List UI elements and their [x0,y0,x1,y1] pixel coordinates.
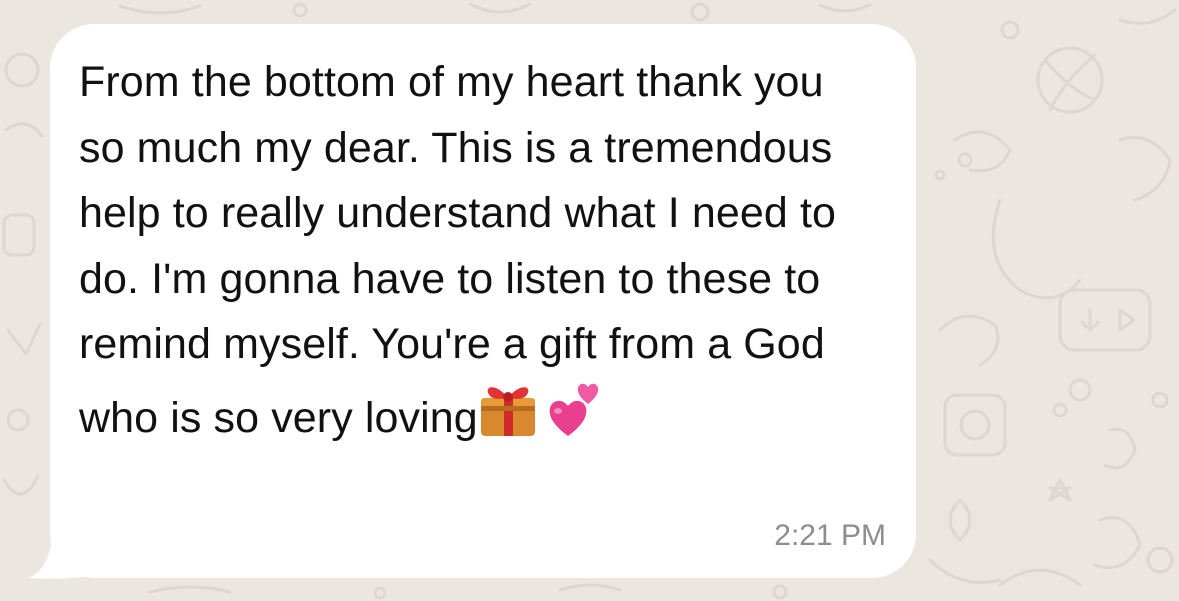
two-hearts-icon [548,378,602,438]
message-bubble[interactable]: From the bottom of my heart thank you so… [50,24,916,578]
message-body: From the bottom of my heart thank you so… [79,58,849,442]
wrapped-gift-icon [478,380,538,438]
message-timestamp: 2:21 PM [774,519,886,552]
message-text: From the bottom of my heart thank you so… [79,50,879,451]
